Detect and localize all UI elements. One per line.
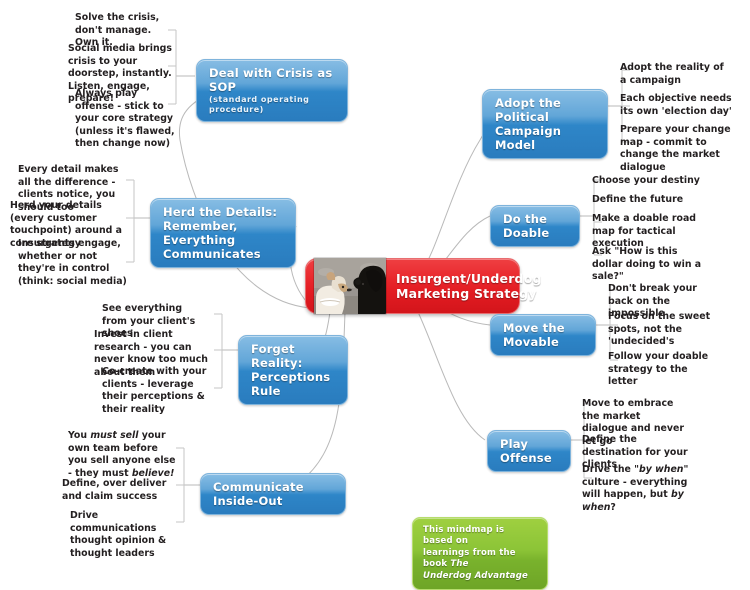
leaf-adopt-campaign-0: Adopt the reality of a campaign bbox=[620, 62, 724, 86]
leaf-communicate-inside-out-1: Define, over deliver and claim success bbox=[62, 478, 167, 502]
branch-node-herd-the-details[interactable]: Herd the Details: Remember, Everything C… bbox=[150, 198, 296, 269]
leaf-do-the-doable-0: Choose your destiny bbox=[592, 175, 700, 186]
branch-node-play-offense[interactable]: Play Offense bbox=[487, 430, 571, 473]
leaf-adopt-campaign-2: Prepare your change map - commit to chan… bbox=[620, 124, 731, 173]
leaf-communicate-inside-out-0: You must sell your own team before you s… bbox=[68, 430, 176, 479]
footer-note-book-title-part2: Underdog Advantage bbox=[423, 570, 528, 581]
branch-label-adopt-political-campaign-model: Adopt the Political Campaign Model bbox=[495, 96, 562, 153]
branch-label-herd-the-details: Herd the Details: Remember, Everything C… bbox=[163, 205, 278, 262]
link-central-play-offense bbox=[417, 311, 486, 441]
leaf-communicate-inside-out-2: Drive communications thought opinion & t… bbox=[70, 510, 167, 559]
footer-note-line-2: learnings from the book The bbox=[423, 548, 537, 571]
footer-note: This mindmap is based on learnings from … bbox=[412, 517, 548, 590]
branch-label-do-the-doable: Do the Doable bbox=[503, 212, 550, 241]
branch-node-move-the-movable[interactable]: Move the Movable bbox=[490, 314, 596, 357]
two-dogs-photo bbox=[314, 258, 386, 314]
leaf-do-the-doable-1: Define the future bbox=[592, 194, 684, 205]
mindmap-canvas: Insurgent/Underdog Marketing Strategy De… bbox=[0, 0, 750, 590]
branch-label-move-the-movable: Move the Movable bbox=[503, 321, 565, 350]
leaf-play-offense-2: Drive the "by when" culture - everything… bbox=[582, 464, 689, 513]
footer-note-book-title-part1: The bbox=[450, 559, 469, 570]
branch-node-do-the-doable[interactable]: Do the Doable bbox=[490, 205, 580, 248]
branch-label-forget-reality: Forget Reality: Perceptions Rule bbox=[251, 342, 331, 399]
central-node[interactable]: Insurgent/Underdog Marketing Strategy bbox=[305, 258, 541, 314]
footer-note-line-1: This mindmap is based on bbox=[423, 525, 505, 547]
leaf-adopt-campaign-1: Each objective needs its own 'election d… bbox=[620, 93, 732, 117]
branch-label-communicate-inside-out: Communicate Inside-Out bbox=[213, 480, 304, 509]
branch-node-deal-with-crisis[interactable]: Deal with Crisis as SOP (standard operat… bbox=[196, 59, 348, 122]
branch-label-deal-with-crisis: Deal with Crisis as SOP bbox=[209, 66, 333, 95]
footer-note-line-3: Underdog Advantage bbox=[423, 571, 537, 582]
branch-sublabel-deal-with-crisis: (standard operating procedure) bbox=[209, 95, 310, 114]
branch-label-play-offense: Play Offense bbox=[500, 437, 552, 466]
ticks-forget bbox=[214, 313, 222, 389]
leaf-forget-reality-2: Co-create with your clients - leverage t… bbox=[102, 366, 207, 415]
central-node-label: Insurgent/Underdog Marketing Strategy bbox=[396, 270, 542, 301]
branch-node-forget-reality[interactable]: Forget Reality: Perceptions Rule bbox=[238, 335, 348, 406]
leaf-do-the-doable-3: Ask "How is this dollar doing to win a s… bbox=[592, 246, 702, 283]
leaf-move-the-movable-1: Focus on the sweet spots, not the 'undec… bbox=[608, 311, 711, 348]
footer-note-text: learnings from the book bbox=[423, 547, 516, 570]
branch-node-adopt-political-campaign-model[interactable]: Adopt the Political Campaign Model bbox=[482, 89, 608, 160]
leaf-move-the-movable-2: Follow your doable strategy to the lette… bbox=[608, 351, 709, 388]
branch-node-communicate-inside-out[interactable]: Communicate Inside-Out bbox=[200, 473, 346, 516]
leaf-herd-the-details-2: Insurgents engage, whether or not they'r… bbox=[18, 238, 127, 287]
leaf-deal-with-crisis-2: Always play offense - stick to your core… bbox=[75, 88, 175, 150]
